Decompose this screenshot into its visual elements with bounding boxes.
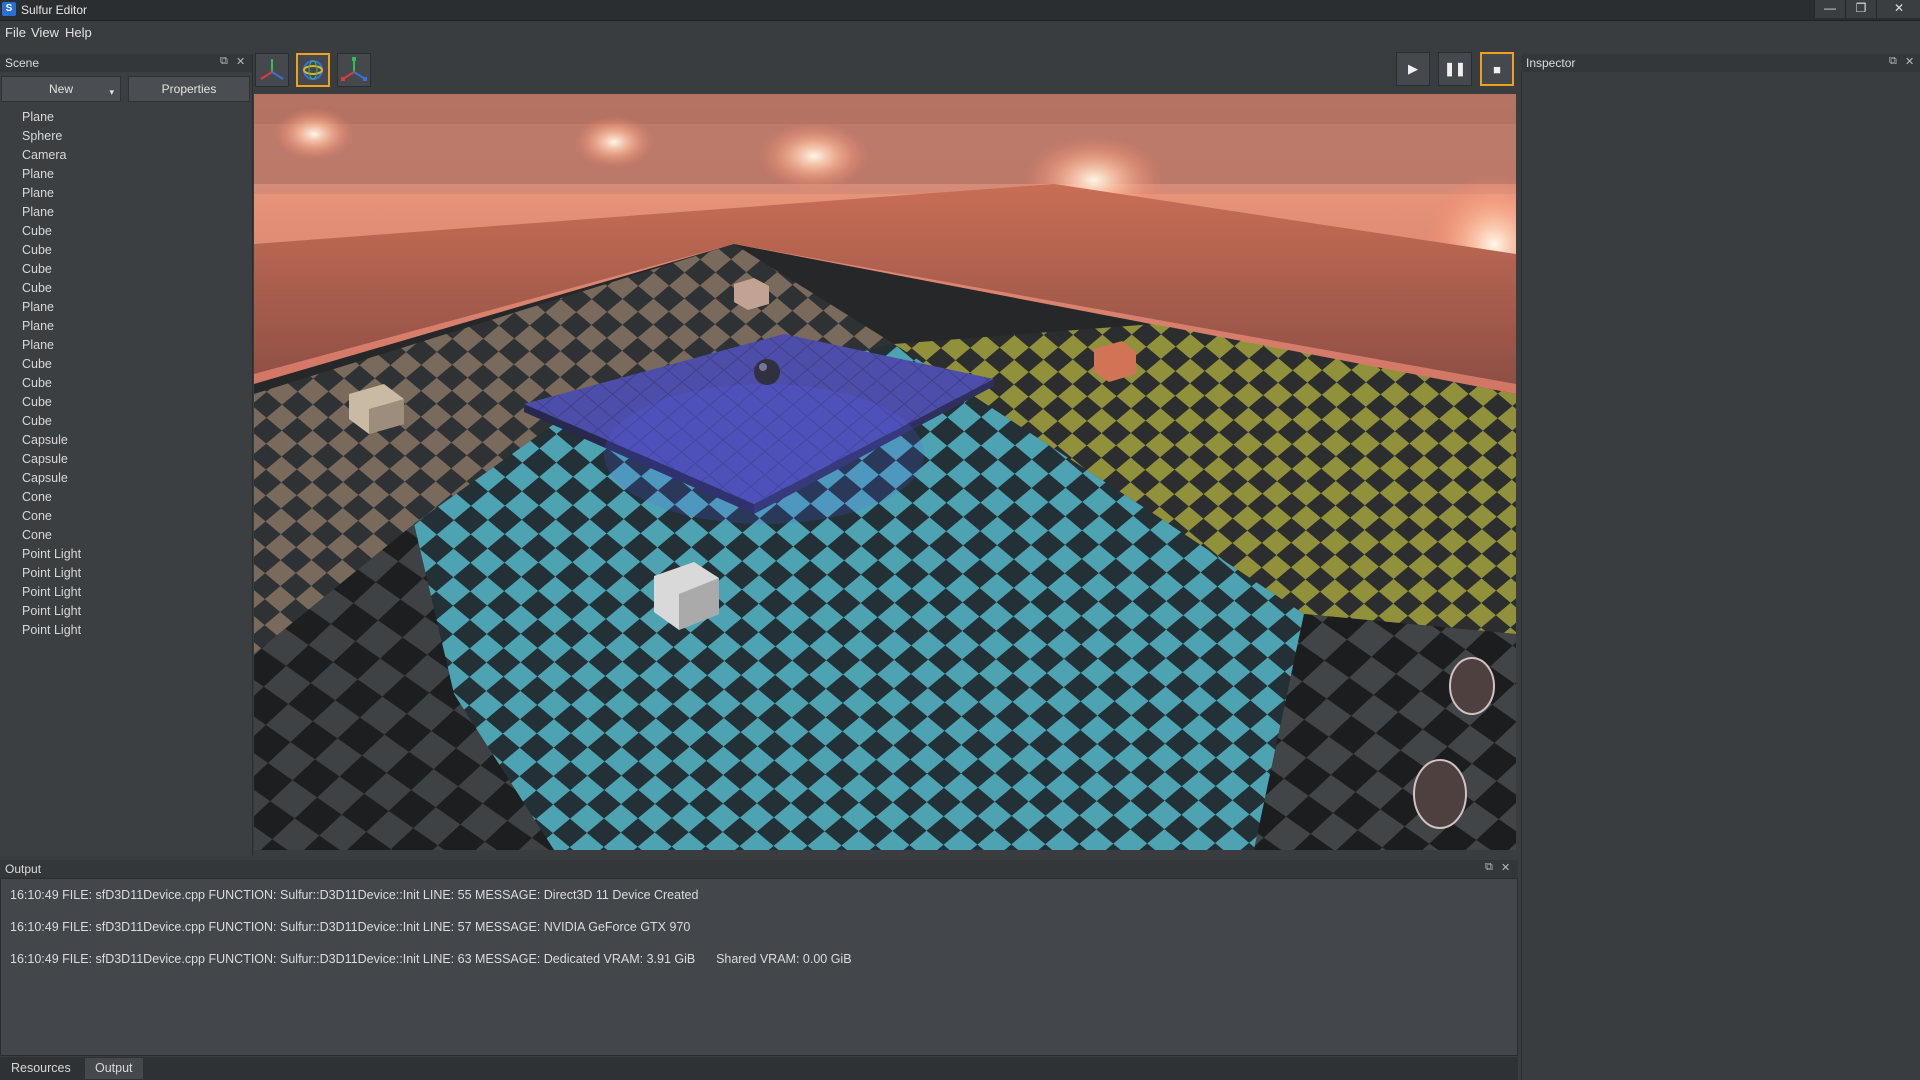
scene-item[interactable]: Cone — [22, 509, 52, 523]
pause-icon: ❚❚ — [1444, 61, 1466, 76]
scene-item[interactable]: Cube — [22, 281, 52, 295]
undock-icon[interactable]: ⧉ — [1485, 861, 1493, 874]
close-icon[interactable]: ✕ — [1501, 861, 1510, 874]
close-icon[interactable]: ✕ — [1905, 55, 1914, 68]
app-logo-icon: S — [2, 2, 16, 16]
close-icon[interactable]: ✕ — [1876, 0, 1920, 18]
scene-item[interactable]: Cube — [22, 395, 52, 409]
scene-item[interactable]: Point Light — [22, 585, 81, 599]
tab-resources[interactable]: Resources — [1, 1058, 81, 1079]
scene-item[interactable]: Plane — [22, 319, 54, 333]
scene-item[interactable]: Capsule — [22, 433, 68, 447]
scene-panel-title: Scene — [5, 56, 40, 70]
scene-item[interactable]: Plane — [22, 205, 54, 219]
scene-item[interactable]: Cube — [22, 243, 52, 257]
output-title: Output — [5, 862, 42, 876]
scene-item[interactable]: Cone — [22, 528, 52, 542]
log-line: 16:10:49 FILE: sfD3D11Device.cpp FUNCTIO… — [10, 920, 691, 934]
scene-item[interactable]: Plane — [22, 300, 54, 314]
maximize-icon[interactable]: ❐ — [1845, 0, 1876, 18]
scene-item[interactable]: Cube — [22, 224, 52, 238]
inspector-panel — [1521, 54, 1920, 1080]
window-title: Sulfur Editor — [21, 3, 88, 17]
scale-axes-icon — [341, 57, 367, 81]
scene-item[interactable]: Plane — [22, 186, 54, 200]
tab-output[interactable]: Output — [85, 1058, 143, 1079]
scene-item[interactable]: Cube — [22, 262, 52, 276]
scene-item[interactable]: Point Light — [22, 623, 81, 637]
rotate-gizmo-button[interactable] — [296, 53, 330, 87]
menu-bar — [0, 21, 1920, 43]
translate-axes-icon — [260, 59, 284, 80]
new-dropdown-button[interactable]: New ▾ — [1, 76, 121, 102]
output-header: Output — [0, 860, 1518, 878]
scene-item[interactable]: Plane — [22, 167, 54, 181]
scene-item[interactable]: Point Light — [22, 566, 81, 580]
chevron-down-icon: ▾ — [109, 87, 114, 97]
close-icon[interactable]: ✕ — [236, 55, 245, 68]
menu-help[interactable]: Help — [65, 25, 92, 40]
scene-item[interactable]: Cube — [22, 357, 52, 371]
minimize-icon[interactable]: — — [1814, 0, 1845, 18]
scene-item[interactable]: Cone — [22, 490, 52, 504]
log-line: 16:10:49 FILE: sfD3D11Device.cpp FUNCTIO… — [10, 888, 699, 902]
output-log[interactable]: 16:10:49 FILE: sfD3D11Device.cpp FUNCTIO… — [0, 878, 1518, 1056]
scene-item[interactable]: Point Light — [22, 604, 81, 618]
scene-viewport[interactable] — [254, 94, 1516, 850]
stop-icon: ■ — [1493, 62, 1501, 77]
play-button[interactable]: ▶ — [1396, 52, 1430, 86]
undock-icon[interactable]: ⧉ — [220, 55, 228, 68]
properties-button[interactable]: Properties — [128, 76, 250, 102]
bottom-tab-bar — [0, 1057, 1518, 1080]
scene-item[interactable]: Point Light — [22, 547, 81, 561]
scene-item[interactable]: Cube — [22, 376, 52, 390]
scene-item[interactable]: Camera — [22, 148, 66, 162]
new-button-label: New — [48, 82, 73, 96]
scene-panel-header: Scene — [0, 54, 252, 72]
undock-icon[interactable]: ⧉ — [1889, 55, 1897, 68]
scene-item[interactable]: Sphere — [22, 129, 62, 143]
inspector-title: Inspector — [1526, 56, 1576, 70]
inspector-header: Inspector — [1521, 54, 1920, 72]
menu-file[interactable]: File — [5, 25, 26, 40]
scene-item[interactable]: Plane — [22, 338, 54, 352]
scene-item[interactable]: Capsule — [22, 471, 68, 485]
scene-item[interactable]: Cube — [22, 414, 52, 428]
viewport-render — [254, 94, 1516, 850]
menu-view[interactable]: View — [31, 25, 59, 40]
stop-button[interactable]: ■ — [1480, 52, 1514, 86]
pause-button[interactable]: ❚❚ — [1438, 52, 1472, 86]
translate-gizmo-button[interactable] — [255, 53, 289, 87]
title-bar — [0, 0, 1920, 21]
log-line: 16:10:49 FILE: sfD3D11Device.cpp FUNCTIO… — [10, 952, 852, 966]
scene-item[interactable]: Plane — [22, 110, 54, 124]
play-icon: ▶ — [1408, 61, 1418, 76]
rotate-sphere-icon — [303, 60, 323, 80]
scale-gizmo-button[interactable] — [337, 53, 371, 87]
scene-item[interactable]: Capsule — [22, 452, 68, 466]
